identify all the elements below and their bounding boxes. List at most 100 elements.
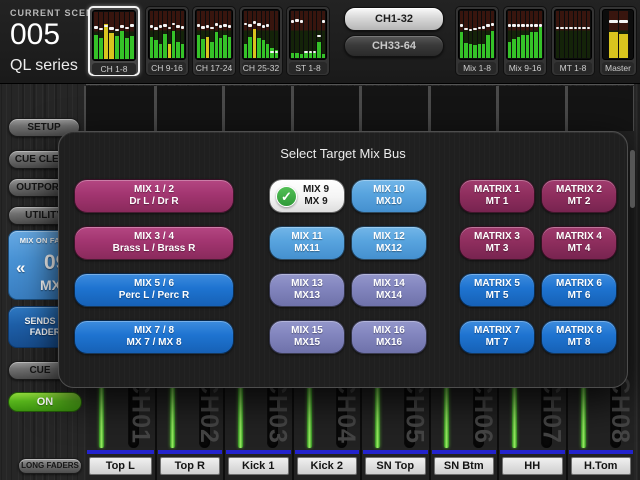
meter-bar <box>317 11 320 58</box>
meter-box <box>242 9 280 60</box>
scene-number[interactable]: 005 <box>10 18 60 52</box>
meter-bar <box>210 11 213 58</box>
channel-name-plate[interactable]: Top R <box>160 457 221 475</box>
bus-button-mix-14[interactable]: MIX 14MX14 <box>351 273 427 307</box>
bus-button-line2: MX11 <box>270 243 344 255</box>
channel-name-plate[interactable]: SN Btm <box>434 457 495 475</box>
channel-name-plate[interactable]: SN Top <box>365 457 426 475</box>
bus-button-line1: MATRIX 2 <box>542 184 616 196</box>
current-scene-label: CURRENT SCENE <box>10 8 101 18</box>
meter-bar <box>560 11 563 58</box>
meter-bar <box>582 11 585 58</box>
meter-bar <box>130 12 134 59</box>
bus-button-line1: MIX 7 / 8 <box>75 325 233 337</box>
meter-bar <box>266 11 269 58</box>
bus-button-line1: MATRIX 4 <box>542 231 616 243</box>
meter-bar <box>534 11 537 58</box>
bus-button-matrix-6[interactable]: MATRIX 6MT 6 <box>541 273 617 307</box>
meter-box <box>602 9 634 60</box>
bus-button-line2: MX15 <box>270 337 344 349</box>
meter-group-ch-9-16[interactable]: CH 9-16 <box>145 6 189 76</box>
meter-group-ch-25-32[interactable]: CH 25-32 <box>239 6 283 76</box>
strip-top-panel <box>497 86 566 131</box>
channel-color-bar <box>569 450 634 454</box>
bank-button-ch33-64[interactable]: CH33-64 <box>344 35 444 57</box>
bus-button-mix-15[interactable]: MIX 15MX15 <box>269 320 345 354</box>
meter-bar <box>322 11 325 58</box>
bus-button-line2: MX13 <box>270 290 344 302</box>
bus-button-line2: MT 4 <box>542 243 616 255</box>
meter-bar <box>206 11 209 58</box>
bus-button-mix-3-4[interactable]: MIX 3 / 4Brass L / Brass R <box>74 226 234 260</box>
meter-bar <box>94 12 98 59</box>
bus-button-mix-12[interactable]: MIX 12MX12 <box>351 226 427 260</box>
meter-group-label: Master <box>602 62 634 74</box>
bus-button-line2: MX16 <box>352 337 426 349</box>
meter-bar <box>517 11 520 58</box>
meter-bar <box>262 11 265 58</box>
strip-top-panel <box>155 86 224 131</box>
bus-button-line1: MIX 11 <box>270 231 344 243</box>
meter-group-mt-1-8[interactable]: MT 1-8 <box>551 6 595 76</box>
bus-button-matrix-2[interactable]: MATRIX 2MT 2 <box>541 179 617 213</box>
scroll-indicator <box>630 150 635 208</box>
bus-button-mix-7-8[interactable]: MIX 7 / 8MX 7 / MX 8 <box>74 320 234 354</box>
strip-top-panel <box>223 86 292 131</box>
channel-name-plate[interactable]: Kick 2 <box>297 457 358 475</box>
bus-button-mix-11[interactable]: MIX 11MX11 <box>269 226 345 260</box>
meter-bar <box>464 11 467 58</box>
meter-box <box>148 9 186 60</box>
strip-top-panel <box>566 86 635 131</box>
meter-bar <box>168 11 171 58</box>
top-bar: CURRENT SCENE 005 QL series CH 1-8 CH 9-1… <box>0 0 640 84</box>
bus-button-matrix-4[interactable]: MATRIX 4MT 4 <box>541 226 617 260</box>
bus-button-mix-13[interactable]: MIX 13MX13 <box>269 273 345 307</box>
bus-button-line2: MT 2 <box>542 196 616 208</box>
bus-button-matrix-8[interactable]: MATRIX 8MT 8 <box>541 320 617 354</box>
bus-button-matrix-7[interactable]: MATRIX 7MT 7 <box>459 320 535 354</box>
channel-name-plate[interactable]: HH <box>502 457 563 475</box>
meter-group-mix-9-16[interactable]: Mix 9-16 <box>503 6 547 76</box>
bank-button-ch1-32[interactable]: CH1-32 <box>344 7 444 31</box>
bus-button-line2: MT 5 <box>460 290 534 302</box>
meter-box <box>458 9 496 60</box>
long-faders-button[interactable]: LONG FADERS <box>18 458 82 474</box>
meter-bar <box>521 11 524 58</box>
selected-check-icon: ✓ <box>276 186 297 207</box>
meter-bar <box>163 11 166 58</box>
meter-bar <box>150 11 153 58</box>
meter-group-label: Mix 9-16 <box>506 62 544 74</box>
meter-bar <box>460 11 463 58</box>
meter-group-st-1-8[interactable]: ST 1-8 <box>286 6 330 76</box>
meter-bar <box>181 11 184 58</box>
collapse-chevron-icon[interactable]: « <box>16 258 25 278</box>
channel-color-bar <box>500 450 565 454</box>
bus-button-mix-5-6[interactable]: MIX 5 / 6Perc L / Perc R <box>74 273 234 307</box>
meter-group-label: CH 1-8 <box>92 63 136 75</box>
bus-button-line2: MX10 <box>352 196 426 208</box>
bus-button-mix-16[interactable]: MIX 16MX16 <box>351 320 427 354</box>
bus-button-matrix-1[interactable]: MATRIX 1MT 1 <box>459 179 535 213</box>
meter-bar <box>313 11 316 58</box>
bus-button-mix-9[interactable]: ✓MIX 9MX 9 <box>269 179 345 213</box>
bus-button-mix-10[interactable]: MIX 10MX10 <box>351 179 427 213</box>
channel-name-plate[interactable]: Top L <box>89 457 152 475</box>
meter-bar <box>172 11 175 58</box>
meter-group-mix-1-8[interactable]: Mix 1-8 <box>455 6 499 76</box>
channel-name-plate[interactable]: H.Tom <box>571 457 632 475</box>
meter-bar <box>587 11 590 58</box>
bus-button-matrix-3[interactable]: MATRIX 3MT 3 <box>459 226 535 260</box>
bus-button-matrix-5[interactable]: MATRIX 5MT 5 <box>459 273 535 307</box>
meter-bar <box>253 11 256 58</box>
bus-button-mix-1-2[interactable]: MIX 1 / 2Dr L / Dr R <box>74 179 234 213</box>
bus-button-line1: MATRIX 3 <box>460 231 534 243</box>
meter-group-ch-1-8[interactable]: CH 1-8 <box>88 6 140 76</box>
meter-group-master[interactable]: Master <box>599 6 637 76</box>
bus-button-line2: Dr L / Dr R <box>75 196 233 208</box>
console-series-label: QL series <box>10 57 78 75</box>
on-button[interactable]: ON <box>8 392 82 412</box>
channel-name-plate[interactable]: Kick 1 <box>228 457 289 475</box>
meter-bar <box>565 11 568 58</box>
meter-bar <box>201 11 204 58</box>
meter-group-ch-17-24[interactable]: CH 17-24 <box>192 6 236 76</box>
